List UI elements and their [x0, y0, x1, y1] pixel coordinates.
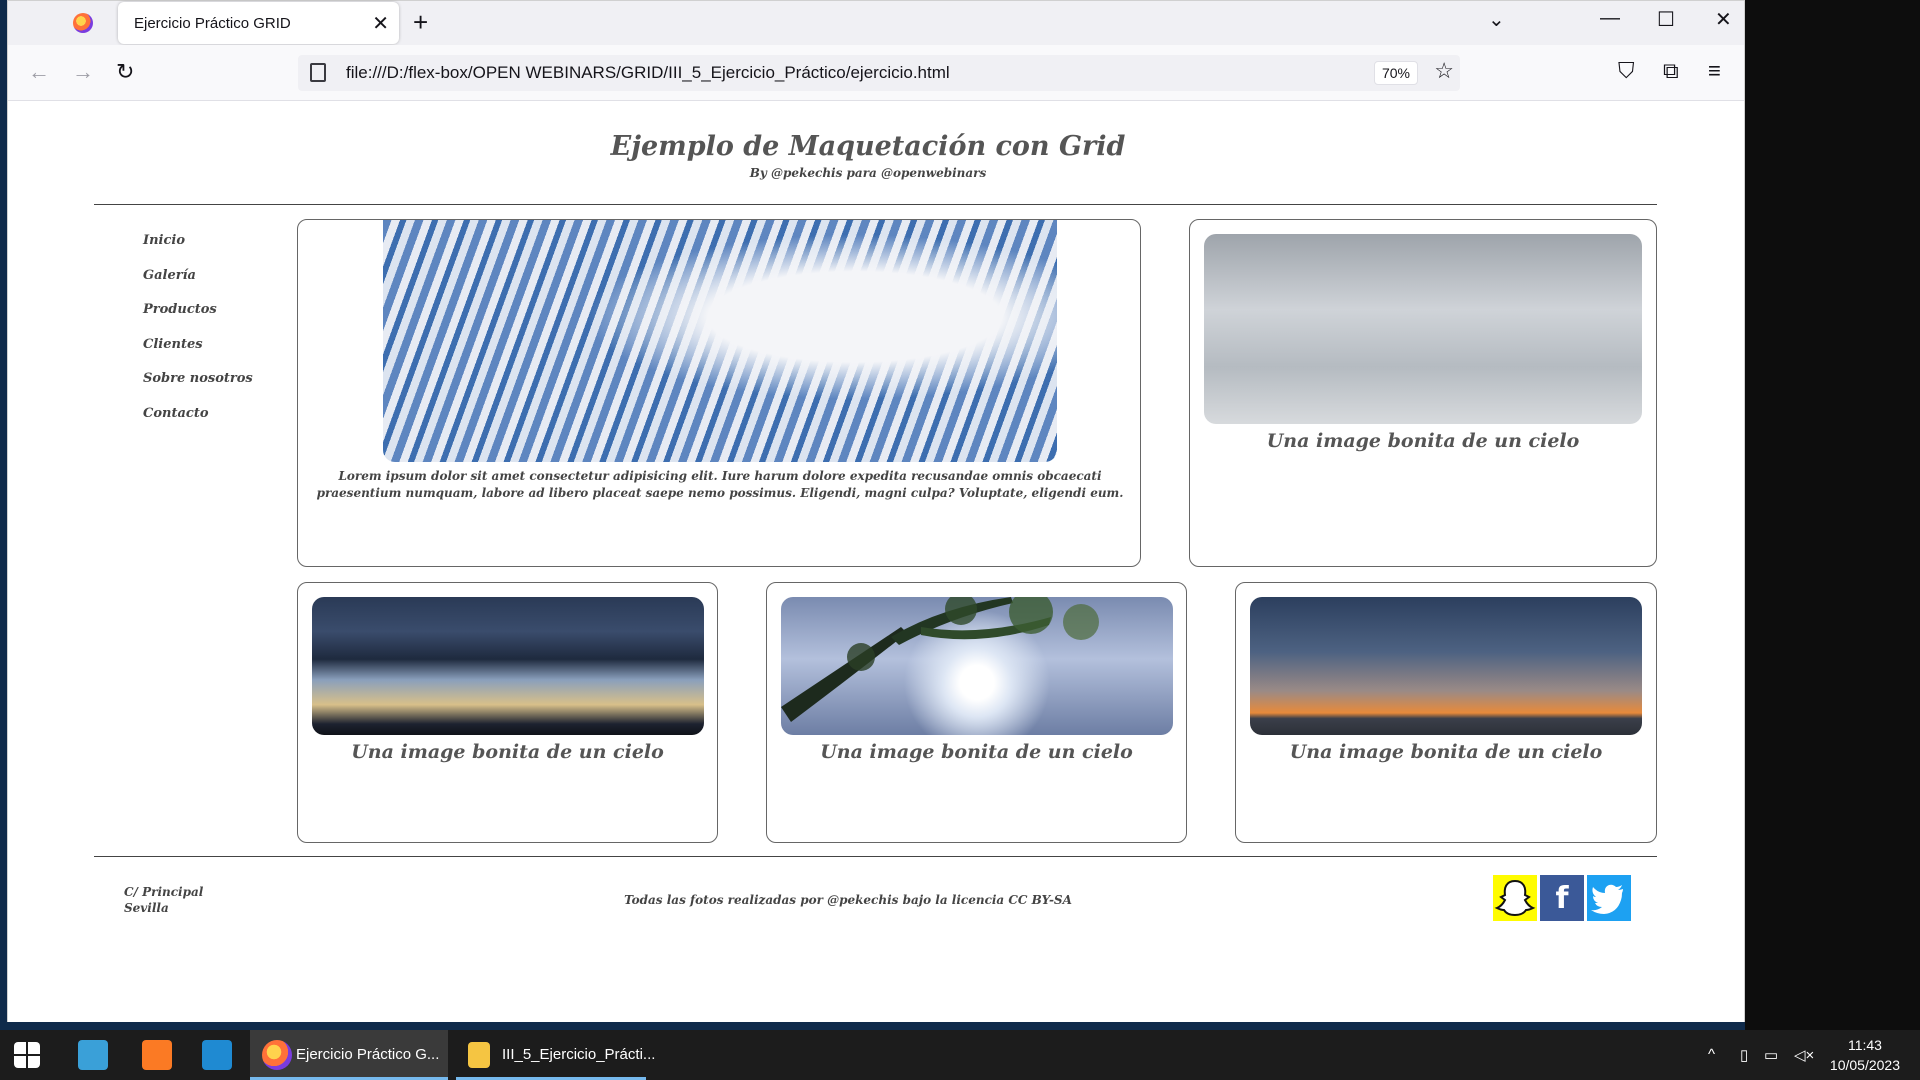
menu-item-sobre-nosotros[interactable]: Sobre nosotros	[143, 371, 253, 406]
sky-image-sunset	[312, 597, 704, 735]
tab-list-chevron-icon[interactable]: ⌄	[1488, 7, 1505, 32]
taskbar-item-firefox-label: Ejercicio Práctico G...	[296, 1046, 440, 1063]
clock-time: 11:43	[1847, 1037, 1882, 1053]
folder-taskbar-icon	[468, 1042, 490, 1068]
tab-close-icon[interactable]: ✕	[372, 11, 389, 36]
tab-bar: Ejercicio Práctico GRID ✕ + ⌄ — ☐ ✕	[8, 1, 1744, 45]
navigation-toolbar: ← → ↻ file:///D:/flex-box/OPEN WEBINARS/…	[8, 45, 1744, 101]
page-icon	[310, 63, 326, 82]
new-tab-button[interactable]: +	[413, 7, 428, 38]
sky-image-side	[1204, 234, 1642, 424]
battery-icon[interactable]: ▯	[1740, 1046, 1748, 1064]
minimize-button[interactable]: —	[1600, 7, 1620, 30]
facebook-icon[interactable]: f	[1540, 875, 1584, 921]
bottom-card-2-caption: Una image bonita de un cielo	[820, 741, 1133, 763]
header-divider	[94, 204, 1657, 205]
twitter-icon[interactable]	[1587, 875, 1631, 921]
side-card: Una image bonita de un cielo	[1189, 219, 1657, 567]
vscode-app-icon[interactable]	[202, 1040, 232, 1070]
main-card: Lorem ipsum dolor sit amet consectetur a…	[297, 219, 1141, 567]
zoom-level-badge[interactable]: 70%	[1373, 61, 1418, 85]
url-text[interactable]: file:///D:/flex-box/OPEN WEBINARS/GRID/I…	[346, 63, 950, 83]
page-title: Ejemplo de Maquetación con Grid	[610, 131, 1126, 162]
clock[interactable]: 11:43 10/05/2023	[1830, 1035, 1900, 1075]
extensions-icon[interactable]: ⧉	[1663, 58, 1679, 84]
close-window-button[interactable]: ✕	[1715, 7, 1732, 32]
bottom-card-3: Una image bonita de un cielo	[1235, 582, 1657, 843]
tree-silhouette	[781, 597, 1099, 722]
page-viewport: Ejemplo de Maquetación con Grid By @peke…	[8, 101, 1744, 1022]
desktop-edge	[1745, 0, 1920, 1030]
bottom-card-3-caption: Una image bonita de un cielo	[1289, 741, 1603, 763]
url-bar[interactable]: file:///D:/flex-box/OPEN WEBINARS/GRID/I…	[298, 55, 1460, 91]
menu-hamburger-icon[interactable]: ≡	[1708, 58, 1721, 84]
sky-image-tree	[781, 597, 1173, 735]
tray-chevron-icon[interactable]: ^	[1708, 1046, 1715, 1063]
pocket-icon[interactable]: ⛉	[1618, 58, 1635, 84]
calculator-app-icon[interactable]	[78, 1040, 108, 1070]
page-header: Ejemplo de Maquetación con Grid By @peke…	[8, 131, 1728, 180]
sky-image-main	[383, 220, 1057, 462]
side-card-caption: Una image bonita de un cielo	[1266, 430, 1580, 452]
back-arrow-icon[interactable]: ←	[28, 59, 50, 85]
taskbar: Ejercicio Práctico G... III_5_Ejercicio_…	[0, 1030, 1920, 1080]
tab-active[interactable]: Ejercicio Práctico GRID ✕	[118, 2, 399, 44]
menu-item-inicio[interactable]: Inicio	[143, 233, 253, 268]
bottom-card-2: Una image bonita de un cielo	[766, 582, 1187, 843]
windows-start-icon[interactable]	[14, 1042, 40, 1068]
sky-image-sunrise	[1250, 597, 1642, 735]
volume-muted-icon[interactable]: ◁×	[1794, 1046, 1814, 1064]
desktop: Ejercicio Práctico GRID ✕ + ⌄ — ☐ ✕ ← → …	[0, 0, 1920, 1080]
taskbar-item-explorer[interactable]: III_5_Ejercicio_Prácti...	[456, 1030, 655, 1080]
page-byline: By @pekechis para @openwebinars	[749, 166, 987, 180]
xampp-app-icon[interactable]	[142, 1040, 172, 1070]
menu-item-contacto[interactable]: Contacto	[143, 406, 253, 441]
footer-divider	[94, 856, 1657, 857]
taskbar-item-firefox[interactable]: Ejercicio Práctico G...	[250, 1030, 448, 1080]
forward-arrow-icon[interactable]: →	[72, 59, 94, 85]
tab-title: Ejercicio Práctico GRID	[134, 15, 291, 32]
footer-credits: Todas las fotos realizadas por @pekechis…	[624, 893, 1072, 907]
bottom-card-1-caption: Una image bonita de un cielo	[351, 741, 664, 763]
menu-item-productos[interactable]: Productos	[143, 302, 253, 337]
firefox-logo-icon[interactable]	[73, 13, 93, 33]
clock-date: 10/05/2023	[1829, 1057, 1900, 1073]
taskbar-item-explorer-label: III_5_Ejercicio_Prácti...	[502, 1046, 656, 1063]
menu-item-galeria[interactable]: Galería	[143, 268, 253, 303]
main-card-text: Lorem ipsum dolor sit amet consectetur a…	[316, 469, 1124, 500]
bookmark-star-icon[interactable]: ☆	[1434, 58, 1454, 84]
network-icon[interactable]: ▭	[1764, 1046, 1778, 1064]
bottom-card-1: Una image bonita de un cielo	[297, 582, 718, 843]
reload-icon[interactable]: ↻	[116, 59, 134, 85]
menu-item-clientes[interactable]: Clientes	[143, 337, 253, 372]
maximize-button[interactable]: ☐	[1657, 7, 1675, 32]
browser-window: Ejercicio Práctico GRID ✕ + ⌄ — ☐ ✕ ← → …	[7, 0, 1745, 1022]
snapchat-icon[interactable]	[1493, 875, 1537, 921]
side-menu: Inicio Galería Productos Clientes Sobre …	[143, 233, 253, 440]
firefox-taskbar-icon	[262, 1040, 292, 1070]
